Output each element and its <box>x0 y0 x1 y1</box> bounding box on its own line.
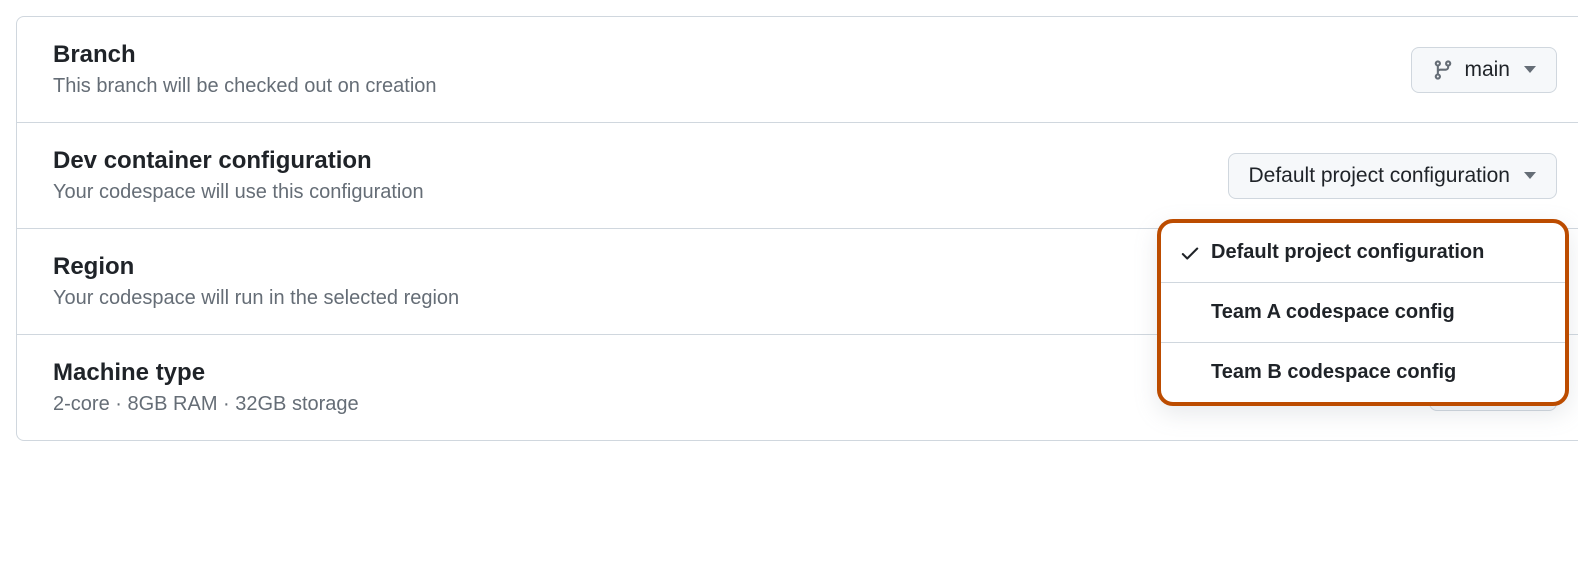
devcontainer-desc: Your codespace will use this configurati… <box>53 181 1228 204</box>
devcontainer-select-button[interactable]: Default project configuration <box>1228 153 1558 199</box>
git-branch-icon <box>1432 59 1454 81</box>
devcontainer-option-default[interactable]: Default project configuration <box>1161 223 1565 283</box>
caret-down-icon <box>1524 66 1536 73</box>
branch-select-button[interactable]: main <box>1411 47 1557 93</box>
branch-desc: This branch will be checked out on creat… <box>53 75 1411 98</box>
option-label: Default project configuration <box>1211 241 1484 264</box>
devcontainer-option-team-a[interactable]: Team A codespace config <box>1161 283 1565 343</box>
devcontainer-text: Dev container configuration Your codespa… <box>53 147 1228 204</box>
devcontainer-row: Dev container configuration Your codespa… <box>17 123 1578 229</box>
branch-value: main <box>1464 58 1510 82</box>
branch-row: Branch This branch will be checked out o… <box>17 17 1578 123</box>
option-label: Team A codespace config <box>1211 301 1455 324</box>
devcontainer-option-team-b[interactable]: Team B codespace config <box>1161 343 1565 402</box>
check-icon <box>1179 242 1201 264</box>
devcontainer-dropdown: Default project configuration Team A cod… <box>1157 219 1569 406</box>
option-label: Team B codespace config <box>1211 361 1456 384</box>
caret-down-icon <box>1524 172 1536 179</box>
branch-text: Branch This branch will be checked out o… <box>53 41 1411 98</box>
branch-title: Branch <box>53 41 1411 69</box>
devcontainer-title: Dev container configuration <box>53 147 1228 175</box>
codespace-config-panel: Branch This branch will be checked out o… <box>16 16 1578 441</box>
devcontainer-value: Default project configuration <box>1249 164 1511 188</box>
check-wrap <box>1179 242 1211 264</box>
